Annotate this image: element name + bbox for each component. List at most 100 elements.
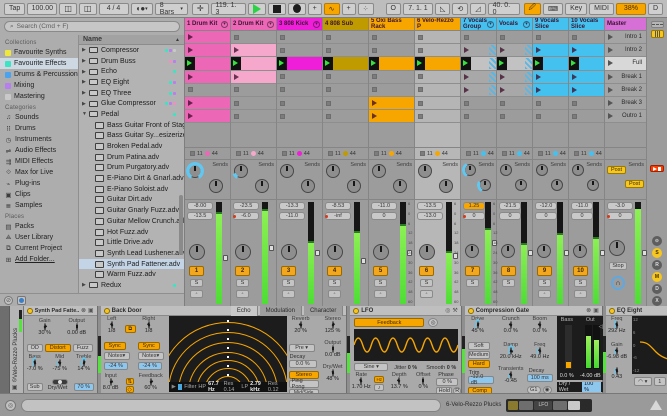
track-activator-button[interactable]: 8 (501, 266, 516, 276)
clip-slot[interactable] (415, 83, 460, 97)
pan-knob[interactable] (235, 244, 251, 260)
clip-slot[interactable] (277, 44, 322, 58)
master-volume-field[interactable]: -3.0 (607, 202, 633, 210)
clip-slot[interactable] (231, 44, 276, 58)
drumbuss-title[interactable]: Compression Gate (476, 308, 529, 314)
track-fold-icon[interactable]: ▾ (523, 20, 530, 28)
browser-preset-drum-patina-adv[interactable]: Drum Patina.adv (79, 152, 184, 163)
time-signature-field[interactable]: 4 / 4 (98, 2, 129, 15)
clip-slot[interactable] (569, 70, 604, 84)
browser-folder-glue-compressor[interactable]: ▶ Glue Compressor (79, 98, 184, 109)
eq8-mini-display[interactable]: 12 6 0 -6 -12 (631, 316, 667, 374)
sidebar-item-favourite-synths[interactable]: Favourite Synths (0, 47, 78, 58)
sidebar-item-sounds[interactable]: ♫ Sounds (0, 112, 78, 123)
clip-slot[interactable] (185, 31, 230, 45)
browser-folder-redux[interactable]: ▶ Redux (79, 280, 184, 291)
map-icon[interactable]: ◎ (445, 307, 450, 314)
boom-audition-icon[interactable]: ◉ (542, 386, 552, 393)
clip-slot[interactable] (323, 44, 368, 58)
follow-button[interactable]: O (385, 2, 401, 15)
pan-field[interactable]: -6.0 (233, 212, 259, 220)
echo-offset-right[interactable]: -24 % (137, 362, 162, 370)
clip-slot[interactable] (369, 71, 414, 84)
clip-slot[interactable] (497, 83, 532, 97)
solo-button[interactable]: S (574, 279, 587, 287)
clip-slot[interactable] (277, 31, 322, 45)
volume-field[interactable]: -13.5 (417, 202, 443, 210)
draw-mode-button[interactable]: 🖉 (523, 2, 541, 15)
tempo-field[interactable]: 100.00 (27, 2, 58, 15)
folder-arrow-icon[interactable]: ▶ (82, 58, 89, 64)
pan-field[interactable]: -inf (325, 212, 351, 220)
back-to-arrangement-button[interactable] (650, 165, 664, 172)
clip-slot[interactable] (533, 70, 568, 84)
save-preset-icon[interactable]: ▣ (88, 307, 94, 314)
arm-button[interactable]: ◦ (420, 290, 433, 298)
browser-list-header[interactable]: Name ▲ (79, 35, 184, 45)
send-a-knob[interactable] (462, 162, 478, 178)
device-track-title-bar[interactable]: Velo-Rezzo Plucks ⊘ ▣ (9, 306, 24, 393)
loop-start-field[interactable]: 7. 1. 1 (402, 2, 433, 15)
volume-meter[interactable] (216, 202, 222, 304)
clip-slot[interactable] (533, 31, 568, 45)
lfo-shape-menu[interactable]: Sine ▾ (354, 363, 389, 371)
track-activator-button[interactable]: 7 (465, 266, 480, 276)
browser-preset-e-piano-dirt-gnarl-adv[interactable]: E-Piano Dirt & Gnarl.adv (79, 173, 184, 184)
clip-slot[interactable] (323, 71, 368, 84)
track-header[interactable]: 6 Velo-Rezzo P (415, 18, 460, 31)
sidebar-item-audio-effects[interactable]: ⇌ Audio Effects (0, 145, 78, 156)
lfo-map-toggle[interactable]: ◎ (428, 318, 439, 327)
track-fold-icon[interactable]: ▾ (221, 20, 228, 28)
folder-arrow-icon[interactable]: ▼ (82, 111, 89, 117)
browser-folder-eq-three[interactable]: ▶ EQ Three (79, 88, 184, 99)
solo-button[interactable]: S (328, 279, 341, 287)
sidebar-item-drums-percussion[interactable]: Drums & Percussion (0, 69, 78, 80)
clip-slot[interactable] (185, 57, 230, 71)
send-a-knob[interactable] (326, 164, 340, 178)
midi-map-button[interactable]: MIDI (589, 2, 614, 15)
echo-reverb-position-menu[interactable]: Pre ▾ (288, 344, 315, 352)
volume-meter[interactable] (593, 202, 599, 304)
arrangement-position-field[interactable]: 119. 1. 3 (210, 2, 246, 16)
punch-out-button[interactable]: ◿ (470, 2, 486, 15)
scene-slot-full[interactable]: Full (605, 57, 646, 71)
clip-slot[interactable] (231, 70, 276, 84)
browser-scrollbar[interactable] (179, 195, 183, 255)
browser-folder-pedal[interactable]: ▼ Pedal (79, 109, 184, 120)
browser-preset-warm-fuzz-adv[interactable]: Warm Fuzz.adv (79, 269, 184, 280)
clip-slot[interactable] (323, 110, 368, 124)
info-toggle-icon[interactable]: ⊘ (4, 295, 13, 305)
volume-field[interactable]: -8.00 (187, 202, 213, 210)
send-b-knob[interactable] (347, 179, 361, 193)
clip-slot[interactable] (415, 96, 460, 111)
echo-tab[interactable]: Echo (230, 306, 258, 316)
pan-knob[interactable] (419, 244, 435, 260)
send-b-knob[interactable] (515, 179, 527, 191)
overdub-button[interactable]: + (307, 2, 322, 15)
clip-slot[interactable] (415, 110, 460, 124)
filter-on-icon[interactable] (177, 384, 183, 390)
send-a-knob[interactable] (418, 164, 432, 178)
stop-clips-button[interactable]: Stop (609, 262, 627, 270)
soft-button[interactable]: Soft (467, 342, 490, 350)
arm-button[interactable]: ◦ (282, 290, 295, 298)
volume-meter[interactable] (446, 202, 452, 304)
solo-button[interactable]: S (236, 279, 249, 287)
mixer-toggle-x[interactable]: X (652, 296, 662, 306)
record-button[interactable] (287, 2, 306, 15)
browser-folder-echo[interactable]: ▶ Echo (79, 66, 184, 77)
clip-slot[interactable] (461, 57, 496, 71)
lfo-rate-value[interactable]: 1.70 Hz (348, 384, 374, 390)
echo-tunnel-display[interactable]: ▶ Filter HP 67.7 Hz Res 0.14 LP 2.79 kHz R… (168, 316, 287, 392)
pan-knob[interactable] (189, 244, 205, 260)
echo-decay-value[interactable]: 0.0 % (288, 360, 317, 368)
clip-slot[interactable] (369, 110, 414, 124)
scene-slot-break-1[interactable]: Break 1 (605, 70, 646, 84)
nudge-up-button[interactable]: ◫ (78, 2, 97, 15)
send-b-knob[interactable] (551, 179, 563, 191)
browser-folder-eq-eight[interactable]: ▶ EQ Eight (79, 77, 184, 88)
clip-slot[interactable] (323, 97, 368, 111)
echo-ducking-button[interactable]: ◇ (125, 386, 134, 393)
device-chain-overview[interactable]: LFO (506, 398, 593, 412)
tap-tempo-button[interactable]: Tap (4, 2, 26, 15)
